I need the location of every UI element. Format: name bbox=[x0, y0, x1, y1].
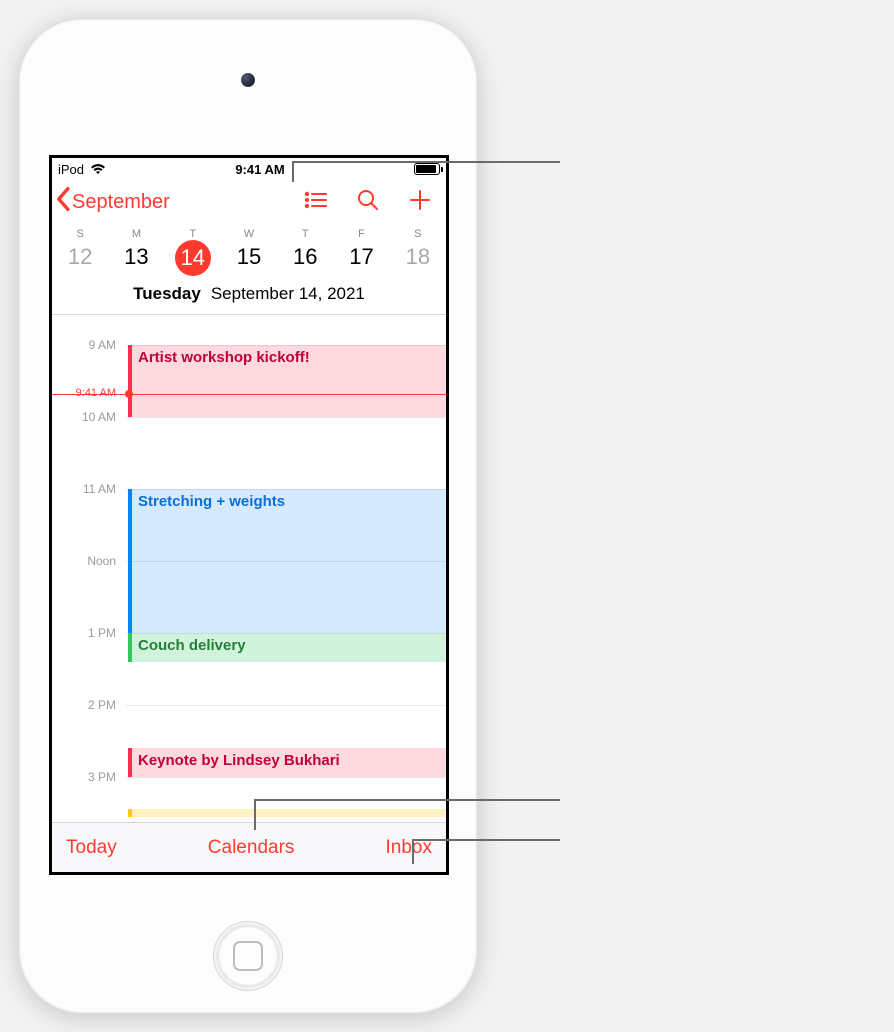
callout-line-top bbox=[0, 0, 894, 1032]
